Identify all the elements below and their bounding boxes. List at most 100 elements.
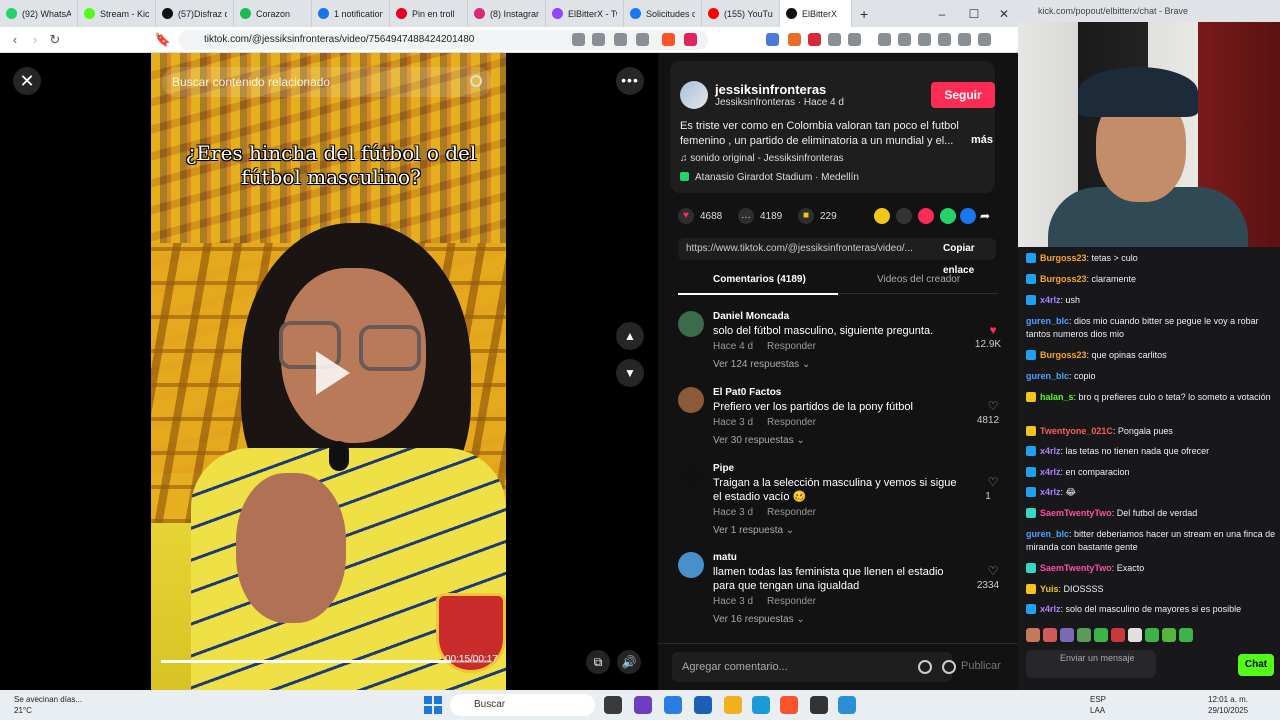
chat-username[interactable]: halan_s [1040,392,1074,402]
commenter-avatar[interactable] [678,463,704,489]
extensions-icon[interactable] [828,33,841,46]
emote-icon[interactable] [1179,628,1193,642]
embed-icon[interactable] [896,208,912,224]
related-search-input[interactable]: Buscar contenido relacionado [162,67,492,97]
extension-icon[interactable] [592,33,605,46]
commenter-avatar[interactable] [678,552,704,578]
vpn-icon[interactable] [978,33,991,46]
extension-icon[interactable] [572,33,585,46]
chat-username[interactable]: guren_blc [1026,529,1069,539]
close-window-button[interactable]: ✕ [988,0,1020,27]
wallet-icon[interactable] [938,33,951,46]
forward-icon[interactable]: › [26,31,44,49]
browser-tab[interactable]: 1 notification [312,0,390,27]
mention-icon[interactable] [918,660,932,674]
author-avatar[interactable] [680,81,708,109]
emote-icon[interactable] [1162,628,1176,642]
reply-button[interactable]: Responder [767,341,816,352]
emote-icon[interactable] [1094,628,1108,642]
facebook-icon[interactable] [960,208,976,224]
browser-tab[interactable]: Corazon [234,0,312,27]
chat-username[interactable]: x4rlz [1040,446,1061,456]
windows-start-icon[interactable] [424,696,442,714]
comment-input[interactable]: Agregar comentario... [672,652,956,682]
brave-shield-icon[interactable] [662,33,675,46]
brave-rewards-icon[interactable] [684,33,697,46]
whatsapp-icon[interactable] [940,208,956,224]
tab-comments[interactable]: Comentarios (4189) [713,274,806,285]
taskbar-search[interactable]: Buscar [450,694,595,716]
emote-icon[interactable] [1111,628,1125,642]
download-icon[interactable] [878,33,891,46]
repost-icon[interactable] [874,208,890,224]
share-arrow-icon[interactable]: ➦ [980,208,996,224]
chat-username[interactable]: Twentyone_021C [1040,426,1113,436]
close-video-button[interactable]: ✕ [13,67,41,95]
ai-icon[interactable] [958,33,971,46]
link-field[interactable]: https://www.tiktok.com/@jessiksinfronter… [678,238,996,276]
commenter-name[interactable]: Daniel Moncada [713,311,789,322]
comment-like-icon[interactable]: ♡ [983,475,1003,489]
chat-send-button[interactable]: Chat [1238,654,1274,676]
chat-username[interactable]: SaemTwentyTwo [1040,508,1112,518]
author-name[interactable]: jessiksinfronteras [715,82,826,97]
chat-input[interactable]: Enviar un mensaje [1026,650,1156,678]
floating-player-icon[interactable]: ⧉ [586,650,610,674]
volume-icon[interactable]: 🔊 [617,650,641,674]
commenter-avatar[interactable] [678,311,704,337]
next-video-button[interactable]: ▼ [616,359,644,387]
follow-button[interactable]: Seguir [931,82,995,108]
reply-button[interactable]: Responder [767,596,816,607]
more-options-button[interactable]: ••• [616,67,644,95]
maximize-button[interactable]: ☐ [958,0,990,27]
back-icon[interactable]: ‹ [6,31,24,49]
translate-icon[interactable] [614,33,627,46]
emote-icon[interactable] [1128,628,1142,642]
view-replies-button[interactable]: Ver 30 respuestas ⌄ [713,435,805,446]
chat-username[interactable]: Yuis [1040,584,1059,594]
chat-username[interactable]: SaemTwentyTwo [1040,563,1112,573]
chat-username[interactable]: Burgoss23 [1040,253,1087,263]
browser-tab[interactable]: Pin en troll [390,0,468,27]
browser-tab[interactable]: (155) YouTub [702,0,780,27]
view-replies-button[interactable]: Ver 124 respuestas ⌄ [713,359,810,370]
bookmark-icon[interactable]: 🔖 [154,31,172,49]
emoji-icon[interactable] [942,660,956,674]
comment-like-icon[interactable]: ♡ [983,399,1003,413]
video-progress-bar[interactable] [161,660,491,663]
share-icon[interactable] [636,33,649,46]
commenter-name[interactable]: matu [713,552,737,563]
new-tab-button[interactable]: + [852,6,876,22]
play-icon[interactable] [316,351,350,395]
extension-icon[interactable] [788,33,801,46]
browser-tab[interactable]: Stream - Kick [78,0,156,27]
previous-video-button[interactable]: ▲ [616,322,644,350]
browser-tab[interactable]: (92) WhatsAp [0,0,78,27]
commenter-avatar[interactable] [678,387,704,413]
chat-username[interactable]: x4rlz [1040,604,1061,614]
brave-icon[interactable] [780,696,798,714]
browser-tab[interactable]: ElBitterX [780,0,852,27]
weather-widget[interactable]: Se avecinan días... 21°C [14,694,82,716]
sound-link[interactable]: ♫ sonido original - Jessiksinfronteras [680,153,844,164]
publish-button[interactable]: Publicar [961,660,1001,672]
tab-creator-videos[interactable]: Videos del creador [877,274,960,285]
comment-button[interactable]: … 4189 [738,206,782,226]
clock[interactable]: 12:01 a. m. 29/10/2025 [1208,694,1248,716]
comment-like-icon[interactable]: ♥ [983,323,1003,337]
chat-username[interactable]: Burgoss23 [1040,274,1087,284]
chat-username[interactable]: x4rlz [1040,295,1061,305]
browser-tab[interactable]: (8) Instagram [468,0,546,27]
url-field[interactable]: tiktok.com/@jessiksinfronteras/video/756… [178,30,708,50]
edge-icon[interactable] [752,696,770,714]
emote-icon[interactable] [1077,628,1091,642]
browser-tab[interactable]: Solicitudes d [624,0,702,27]
store-icon[interactable] [694,696,712,714]
chat-username[interactable]: guren_blc [1026,371,1069,381]
commenter-name[interactable]: El Pat0 Factos [713,387,781,398]
view-replies-button[interactable]: Ver 16 respuestas ⌄ [713,614,805,625]
app-icon[interactable] [810,696,828,714]
chat-username[interactable]: x4rlz [1040,467,1061,477]
chat-username[interactable]: Burgoss23 [1040,350,1087,360]
emote-icon[interactable] [1060,628,1074,642]
